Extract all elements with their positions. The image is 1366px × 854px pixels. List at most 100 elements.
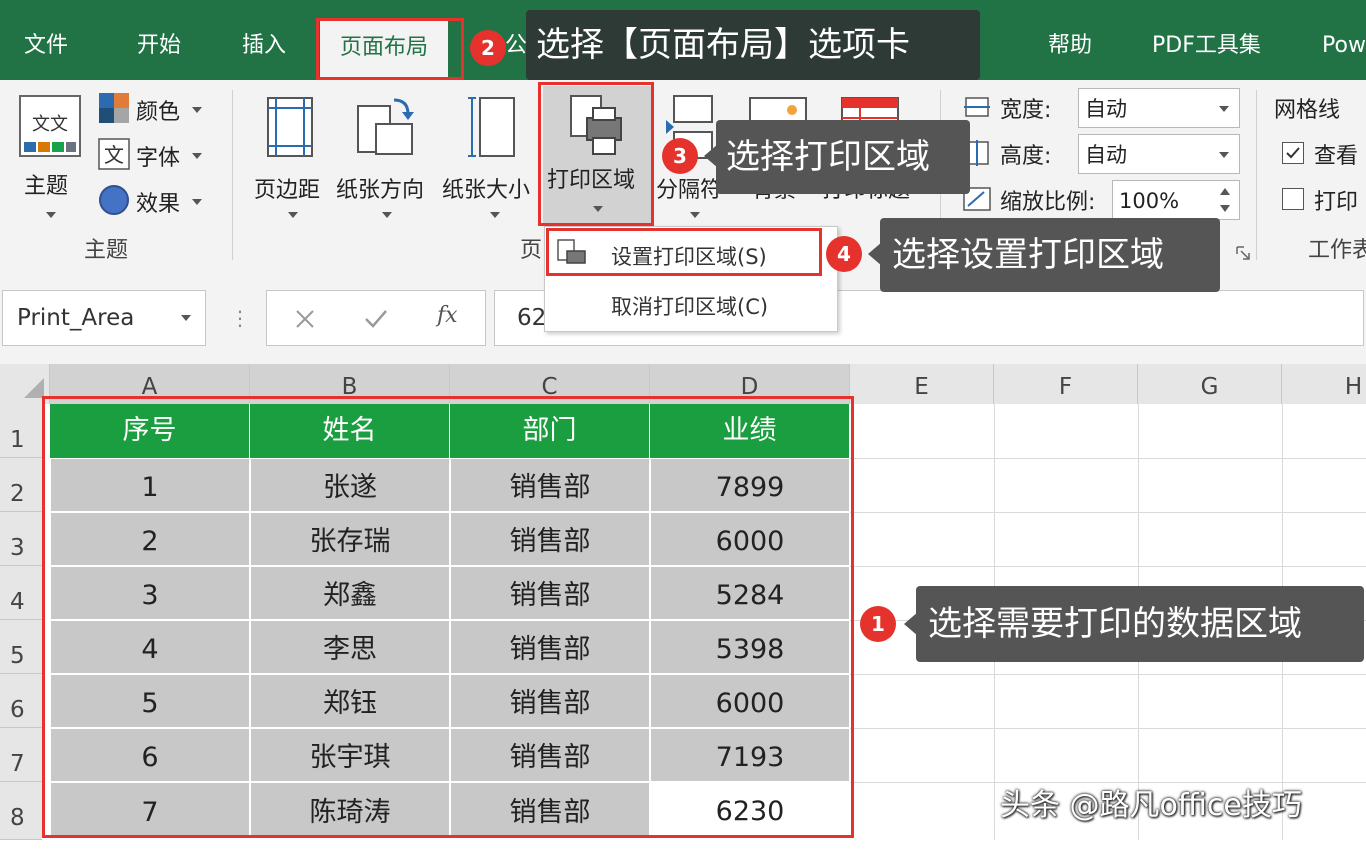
margins-button[interactable]: 页边距 [252,90,330,220]
svg-text:文: 文 [104,143,124,167]
colors-label: 颜色 [136,100,181,125]
cancel-icon[interactable] [293,307,317,331]
highlight-set-print-area [546,228,822,276]
gridlines-print-label: 打印 [1314,190,1359,215]
chevron-down-icon [192,153,202,159]
group-label-sheet-options: 工作表 [1308,238,1366,263]
chevron-down-icon [690,212,700,218]
height-select[interactable]: 自动 [1078,134,1240,174]
chevron-down-icon [490,212,500,218]
grid-line [850,458,1366,459]
spinner-arrows-icon[interactable] [1219,185,1231,215]
width-select[interactable]: 自动 [1078,88,1240,128]
effects-label: 效果 [136,192,181,217]
enter-check-icon[interactable] [363,307,389,331]
group-label-theme: 主题 [84,238,129,263]
more-options-icon[interactable]: ⋮ [230,306,250,330]
chevron-down-icon [288,212,298,218]
fonts-label: 字体 [136,146,181,171]
name-box[interactable]: Print_Area [2,290,206,346]
scale-value: 100% [1119,189,1180,213]
step-1-callout: 选择需要打印的数据区域 [916,586,1364,662]
formula-buttons: fx [266,290,486,346]
orientation-label: 纸张方向 [336,178,425,203]
scale-spinner[interactable]: 100% [1112,180,1240,220]
gridlines-print-checkbox[interactable] [1282,188,1304,210]
color-palette-icon [99,93,129,123]
tab-help[interactable]: 帮助 [1048,24,1092,68]
dialog-launcher-icon[interactable] [1236,246,1250,260]
step-2-badge: 2 [470,30,506,66]
tab-file[interactable]: 文件 [24,24,68,68]
svg-text:文文: 文文 [32,114,68,135]
row-header-6[interactable]: 6 [0,674,42,728]
theme-label: 主题 [24,174,69,199]
themes-button[interactable]: 文文 主题 [14,90,86,220]
highlight-page-layout-tab [316,18,464,80]
gridlines-label: 网格线 [1274,98,1341,123]
group-separator [232,90,233,260]
name-box-value: Print_Area [17,305,135,331]
row-header-5[interactable]: 5 [0,620,42,674]
orientation-icon [357,98,414,155]
width-label: 宽度: [1000,98,1052,123]
step-2-callout: 选择【页面布局】选项卡 [526,10,980,80]
step-4-badge: 4 [826,236,862,272]
step-4-callout: 选择设置打印区域 [880,218,1220,292]
chevron-down-icon [192,199,202,205]
tab-insert[interactable]: 插入 [242,24,286,68]
column-header-h[interactable]: H [1282,364,1366,404]
row-header-4[interactable]: 4 [0,566,42,620]
size-button[interactable]: 纸张大小 [442,90,542,220]
font-icon: 文 [98,138,130,170]
tab-pdf-tools[interactable]: PDF工具集 [1152,24,1261,68]
selection-highlight [42,396,854,838]
step-1-badge: 1 [860,606,896,642]
insert-function-icon[interactable]: fx [437,303,458,328]
chevron-down-icon[interactable] [181,315,191,321]
gridlines-view-label: 查看 [1314,144,1359,169]
grid-line [850,566,1366,567]
row-header-3[interactable]: 3 [0,512,42,566]
chevron-down-icon [382,212,392,218]
size-label: 纸张大小 [442,178,531,203]
checkmark-icon [1286,147,1300,159]
formula-value: 62 [517,305,547,331]
grid-line [850,512,1366,513]
row-header-7[interactable]: 7 [0,728,42,782]
group-label-page-setup: 页 [520,238,543,263]
tab-power[interactable]: Pow [1322,24,1366,68]
chevron-down-icon [1219,106,1229,112]
height-label: 高度: [1000,144,1052,169]
watermark-text: 头条 @路凡office技巧 [1000,788,1302,823]
paper-size-icon [468,97,515,157]
chevron-down-icon [46,212,56,218]
column-header-f[interactable]: F [994,364,1138,404]
scale-label: 缩放比例: [1000,190,1096,215]
orientation-button[interactable]: 纸张方向 [336,90,436,220]
highlight-print-area-button [538,82,654,226]
step-3-callout: 选择打印区域 [716,120,970,194]
gridlines-view-checkbox[interactable] [1282,142,1304,164]
margins-icon [267,97,313,157]
row-header-8[interactable]: 8 [0,782,42,840]
theme-icon: 文文 [19,95,81,157]
margins-label: 页边距 [254,178,321,203]
row-header-2[interactable]: 2 [0,458,42,512]
column-header-e[interactable]: E [850,364,994,404]
width-icon [964,97,990,117]
fonts-button[interactable]: 文 字体 [96,136,216,174]
row-header-1[interactable]: 1 [0,404,42,458]
tab-home[interactable]: 开始 [137,24,181,68]
clear-print-area-item[interactable]: 取消打印区域(C) [611,291,768,321]
height-value: 自动 [1085,143,1127,167]
breaks-label: 分隔符 [656,178,723,203]
chevron-down-icon [1219,152,1229,158]
column-header-g[interactable]: G [1138,364,1282,404]
colors-button[interactable]: 颜色 [96,90,216,128]
grid-line [850,728,1366,729]
grid-line [850,674,1366,675]
effects-button[interactable]: 效果 [96,182,216,220]
chevron-down-icon [192,107,202,113]
effects-icon [99,185,129,215]
